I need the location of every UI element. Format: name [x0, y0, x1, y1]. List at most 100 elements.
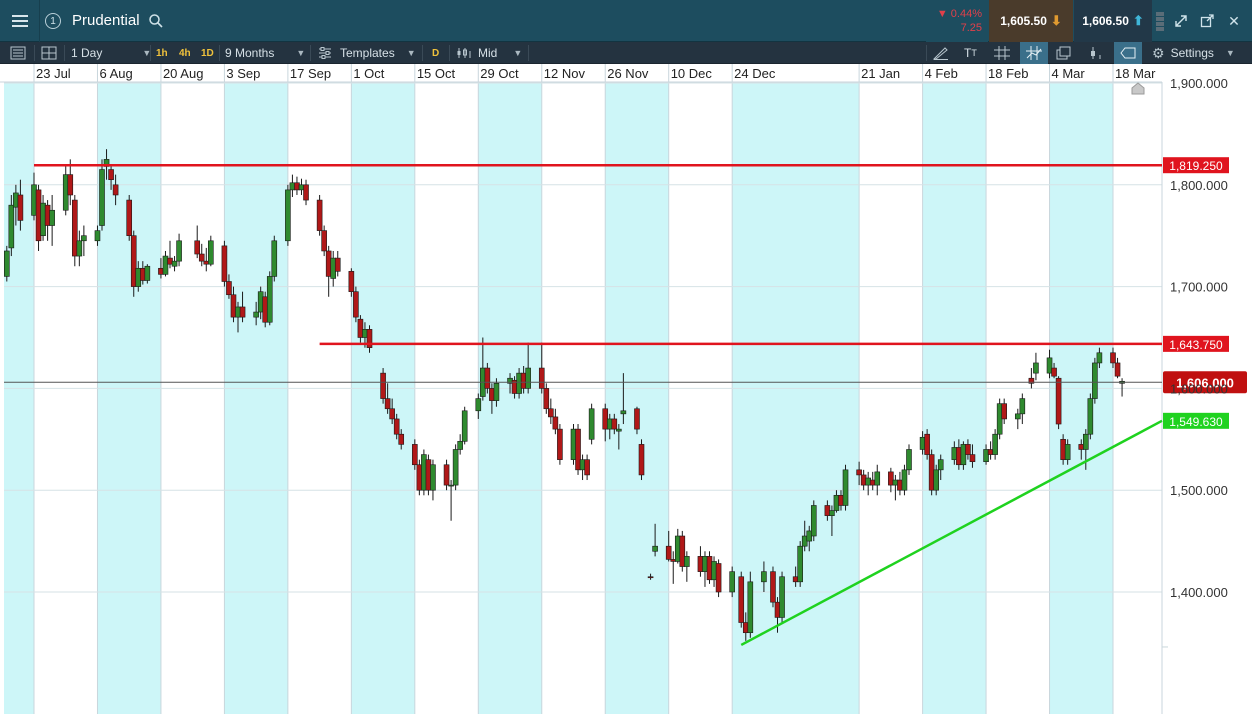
- templates-button[interactable]: Templates ▼: [318, 42, 416, 64]
- candle-body: [924, 433, 930, 455]
- candle-body: [81, 235, 87, 242]
- y-axis-label: 1,400.000: [1170, 585, 1228, 600]
- candle-body: [665, 545, 672, 560]
- hamburger-menu-icon[interactable]: [0, 0, 40, 42]
- candle-body: [221, 245, 228, 282]
- candle-body: [108, 169, 114, 181]
- market-depth-icon[interactable]: [1152, 0, 1168, 42]
- candle-body: [475, 398, 482, 412]
- range-select[interactable]: 9 Months ▼: [225, 42, 305, 64]
- candle-body: [94, 230, 101, 242]
- candle-body: [965, 444, 971, 455]
- x-axis-label: 3 Sep: [226, 66, 260, 81]
- popout-icon[interactable]: [1196, 0, 1218, 42]
- candle-body: [538, 367, 545, 389]
- instrument-name[interactable]: Prudential: [72, 12, 140, 29]
- candle-body: [17, 194, 24, 221]
- price-type-value: Mid: [478, 46, 498, 60]
- candle-body: [620, 410, 627, 415]
- y-axis-label: 1,700.000: [1170, 280, 1228, 295]
- candle-body: [493, 383, 500, 401]
- candle-body: [266, 276, 273, 323]
- interval-1d-button[interactable]: 1D: [201, 42, 214, 64]
- candle-body: [937, 459, 944, 471]
- candle-body: [334, 257, 341, 272]
- candle-body: [1033, 362, 1039, 374]
- candle-body: [176, 240, 182, 262]
- period-band: [478, 82, 542, 714]
- candle-body: [226, 281, 232, 296]
- candle-body: [647, 576, 654, 579]
- candle-body: [461, 410, 468, 442]
- sell-price-button[interactable]: 1,605.50 ⬇: [989, 0, 1073, 42]
- candle-body: [443, 464, 450, 486]
- candle-body: [253, 311, 259, 318]
- candle-body: [353, 291, 359, 318]
- candle-body: [49, 209, 55, 226]
- y-axis-label: 1,600.000: [1170, 381, 1228, 396]
- grid-icon[interactable]: [41, 42, 57, 64]
- candle-body: [1096, 352, 1103, 364]
- candle-body: [194, 240, 201, 255]
- candle-body: [874, 471, 881, 486]
- x-axis-label: 21 Jan: [861, 66, 900, 81]
- layout-icon[interactable]: [10, 42, 26, 64]
- candle-body: [543, 388, 550, 410]
- period-band: [605, 82, 669, 714]
- x-axis-label: 20 Aug: [163, 66, 204, 81]
- x-axis-label: 18 Mar: [1115, 66, 1156, 81]
- interval-1h-button[interactable]: 1h: [156, 42, 168, 64]
- x-axis-label: 24 Dec: [734, 66, 776, 81]
- indicator-icon[interactable]: [1088, 42, 1104, 64]
- candle-body: [1092, 362, 1098, 399]
- candle-body: [634, 408, 640, 430]
- candle-body: [1019, 398, 1026, 415]
- chart-canvas[interactable]: 23 Jul 6 Aug 20 Aug 3 Sep 17 Sep 1 Oct 15 Oct 2…: [0, 64, 1252, 724]
- candle-body: [67, 174, 74, 196]
- candles-icon: [457, 48, 471, 58]
- search-icon[interactable]: [146, 0, 166, 42]
- price-chart[interactable]: 23 Jul 6 Aug 20 Aug 3 Sep 17 Sep 1 Oct 15 Oct 2…: [0, 64, 1252, 724]
- change-percent: ▼ 0.44%: [936, 8, 982, 20]
- candle-body: [99, 169, 105, 226]
- resistance-mid-label: 1,643.750: [1169, 338, 1223, 352]
- candle-body: [303, 184, 309, 201]
- chart-type-badge[interactable]: D: [432, 42, 439, 64]
- candle-body: [1051, 367, 1057, 377]
- interval-select[interactable]: 1 Day ▼: [71, 42, 151, 64]
- chart-lines-icon[interactable]: [1020, 42, 1048, 64]
- candle-body: [126, 199, 133, 237]
- x-axis-label: 17 Sep: [290, 66, 331, 81]
- buy-price-button[interactable]: 1,606.50 ⬆: [1074, 0, 1152, 42]
- arrow-up-icon: ⬆: [1132, 13, 1144, 28]
- label-icon[interactable]: [1114, 42, 1142, 64]
- candle-body: [171, 260, 178, 267]
- crosshair-icon[interactable]: [994, 42, 1010, 64]
- candle-body: [729, 571, 735, 593]
- candle-body: [1014, 413, 1021, 420]
- text-size-icon[interactable]: TT: [964, 42, 977, 64]
- interval-value: 1 Day: [71, 46, 103, 60]
- interval-4h-button[interactable]: 4h: [179, 42, 191, 64]
- pencil-icon[interactable]: [933, 42, 949, 64]
- candle-body: [76, 240, 83, 257]
- candle-body: [208, 240, 214, 265]
- window-number-badge[interactable]: 1: [40, 0, 66, 42]
- candle-body: [198, 253, 205, 262]
- candle-body: [412, 444, 418, 466]
- settings-button[interactable]: ⚙ Settings ▼: [1152, 42, 1235, 64]
- compare-icon[interactable]: [1056, 42, 1072, 64]
- candle-body: [548, 408, 554, 418]
- price-type-select[interactable]: Mid ▼: [456, 42, 522, 64]
- x-axis-label: 6 Aug: [99, 66, 132, 81]
- candle-body: [552, 416, 559, 430]
- x-axis-label: 29 Oct: [480, 66, 519, 81]
- close-icon[interactable]: ✕: [1222, 0, 1246, 42]
- expand-icon[interactable]: [1170, 0, 1192, 42]
- candle-body: [906, 449, 912, 471]
- candle-body: [398, 433, 405, 445]
- candle-body: [584, 459, 590, 476]
- arrow-down-icon: ⬇: [1050, 13, 1062, 28]
- candle-body: [715, 563, 722, 593]
- candle-body: [380, 372, 386, 399]
